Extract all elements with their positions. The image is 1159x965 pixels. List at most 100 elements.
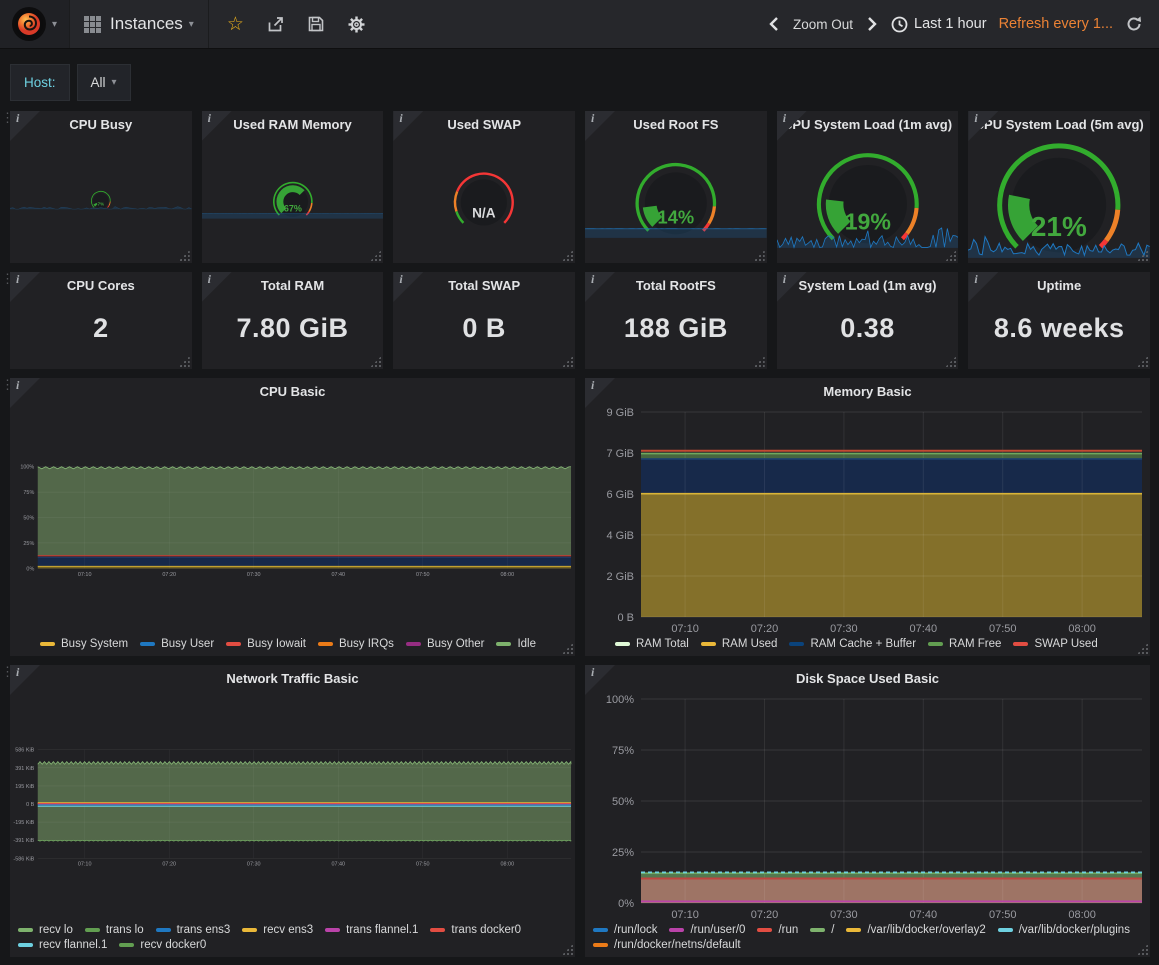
legend-swatch bbox=[242, 928, 257, 932]
legend-item-busy-iowait[interactable]: Busy Iowait bbox=[226, 638, 306, 650]
info-glyph: i bbox=[399, 111, 402, 126]
chart-plot-network: 586 KiB391 KiB195 KiB0 B-195 KiB-391 KiB… bbox=[10, 691, 575, 923]
svg-text:0%: 0% bbox=[618, 898, 634, 910]
svg-text:100%: 100% bbox=[606, 694, 634, 706]
svg-text:100%: 100% bbox=[20, 465, 34, 471]
stat-panel-total-rootfs: iTotal RootFS188 GiB bbox=[585, 272, 767, 369]
panel-title[interactable]: Memory Basic bbox=[585, 378, 1150, 404]
legend-item-var-lib-docker-overlay2[interactable]: /var/lib/docker/overlay2 bbox=[846, 924, 985, 936]
grafana-menu-caret-icon: ▾ bbox=[52, 19, 57, 30]
stat-panel-system-load-1m-avg: iSystem Load (1m avg)0.38 bbox=[777, 272, 959, 369]
panel-title[interactable]: Used Root FS bbox=[585, 111, 767, 137]
info-glyph: i bbox=[783, 111, 786, 126]
legend-item-run-lock[interactable]: /run/lock bbox=[593, 924, 657, 936]
row-gauges: ⋮ iCPU Busy7%iUsed RAM Memory67%iUsed SW… bbox=[10, 111, 1150, 263]
legend-item-recv-docker0[interactable]: recv docker0 bbox=[119, 939, 206, 951]
legend-item-trans-lo[interactable]: trans lo bbox=[85, 924, 144, 936]
legend-item-trans-flannel-1[interactable]: trans flannel.1 bbox=[325, 924, 418, 936]
legend-swatch bbox=[18, 943, 33, 947]
legend-swatch bbox=[810, 928, 825, 932]
panel-title[interactable]: Used SWAP bbox=[393, 111, 575, 137]
legend-item-ram-free[interactable]: RAM Free bbox=[928, 638, 1001, 650]
chart-legend: recv lo trans lo trans ens3 recv ens3 trans … bbox=[10, 923, 575, 957]
svg-text:07:40: 07:40 bbox=[910, 623, 938, 635]
template-variables-bar: Host: All ▾ bbox=[0, 49, 1159, 111]
legend-label: /run/docker/netns/default bbox=[614, 939, 741, 951]
svg-text:07:10: 07:10 bbox=[78, 572, 92, 578]
legend-item-busy-other[interactable]: Busy Other bbox=[406, 638, 485, 650]
legend-item-run-docker-netns-default[interactable]: /run/docker/netns/default bbox=[593, 939, 741, 951]
legend-item-ram-cache-buffer[interactable]: RAM Cache + Buffer bbox=[789, 638, 916, 650]
legend-item-ram-used[interactable]: RAM Used bbox=[701, 638, 778, 650]
svg-text:N/A: N/A bbox=[472, 205, 496, 220]
gauge-chart: 14% bbox=[585, 137, 767, 263]
refresh-interval-picker[interactable]: Refresh every 1... bbox=[999, 16, 1113, 32]
panel-title[interactable]: Total RootFS bbox=[585, 272, 767, 298]
panel-title[interactable]: Total RAM bbox=[202, 272, 384, 298]
panel-title[interactable]: CPU Basic bbox=[10, 378, 575, 404]
legend-label: trans ens3 bbox=[177, 924, 231, 936]
chevron-right-icon[interactable] bbox=[865, 16, 879, 32]
legend-item-busy-system[interactable]: Busy System bbox=[40, 638, 128, 650]
dashboard-picker[interactable]: Instances ▾ bbox=[70, 0, 209, 48]
panel-title[interactable]: Network Traffic Basic bbox=[10, 665, 575, 691]
panel-title[interactable]: Total SWAP bbox=[393, 272, 575, 298]
legend-item-trans-docker0[interactable]: trans docker0 bbox=[430, 924, 521, 936]
info-glyph: i bbox=[208, 111, 211, 126]
legend-label: trans docker0 bbox=[451, 924, 521, 936]
legend-item-busy-user[interactable]: Busy User bbox=[140, 638, 214, 650]
svg-text:195 KiB: 195 KiB bbox=[15, 784, 34, 790]
panel-title[interactable]: Uptime bbox=[968, 272, 1150, 298]
grafana-menu[interactable]: ▾ bbox=[0, 0, 70, 48]
legend-item-recv-lo[interactable]: recv lo bbox=[18, 924, 73, 936]
legend-item-run-user-0[interactable]: /run/user/0 bbox=[669, 924, 745, 936]
row-charts-bottom: ⋮ iNetwork Traffic Basic586 KiB391 KiB19… bbox=[10, 665, 1150, 957]
info-glyph: i bbox=[591, 111, 594, 126]
legend-item-trans-ens3[interactable]: trans ens3 bbox=[156, 924, 231, 936]
panel-title[interactable]: Disk Space Used Basic bbox=[585, 665, 1150, 691]
svg-text:7%: 7% bbox=[98, 202, 104, 207]
panel-title[interactable]: CPU Cores bbox=[10, 272, 192, 298]
gauge-chart: 21% bbox=[968, 137, 1150, 263]
panel-title[interactable]: Used RAM Memory bbox=[202, 111, 384, 137]
legend-swatch bbox=[789, 642, 804, 646]
legend-item-recv-ens3[interactable]: recv ens3 bbox=[242, 924, 313, 936]
legend-item-var-lib-docker-plugins[interactable]: /var/lib/docker/plugins bbox=[998, 924, 1130, 936]
zoom-out-button[interactable]: Zoom Out bbox=[793, 17, 853, 32]
share-dashboard-icon[interactable] bbox=[266, 15, 285, 34]
legend-item-swap-used[interactable]: SWAP Used bbox=[1013, 638, 1097, 650]
time-range-picker[interactable]: Last 1 hour bbox=[891, 16, 987, 33]
chart-panel-network-traffic-basic: iNetwork Traffic Basic586 KiB391 KiB195 … bbox=[10, 665, 575, 957]
top-navbar: ▾ Instances ▾ ☆ Zoom Out Last 1 hour Ref… bbox=[0, 0, 1159, 49]
legend-swatch bbox=[318, 642, 333, 646]
panel-title[interactable]: CPU System Load (5m avg) bbox=[968, 111, 1150, 137]
row-drag-handle[interactable]: ⋮ bbox=[1, 274, 9, 284]
panel-title[interactable]: CPU Busy bbox=[10, 111, 192, 137]
legend-item-recv-flannel-1[interactable]: recv flannel.1 bbox=[18, 939, 107, 951]
settings-gear-icon[interactable] bbox=[347, 15, 366, 34]
legend-swatch bbox=[496, 642, 511, 646]
row-drag-handle[interactable]: ⋮ bbox=[1, 113, 9, 123]
save-dashboard-icon[interactable] bbox=[307, 15, 325, 33]
svg-text:07:30: 07:30 bbox=[830, 623, 858, 635]
svg-text:08:00: 08:00 bbox=[1068, 909, 1096, 921]
legend-item-x[interactable]: / bbox=[810, 924, 834, 936]
panel-title[interactable]: System Load (1m avg) bbox=[777, 272, 959, 298]
chevron-left-icon[interactable] bbox=[767, 16, 781, 32]
row-drag-handle[interactable]: ⋮ bbox=[1, 667, 9, 677]
panel-title[interactable]: CPU System Load (1m avg) bbox=[777, 111, 959, 137]
svg-text:07:30: 07:30 bbox=[830, 909, 858, 921]
legend-item-run[interactable]: /run bbox=[757, 924, 798, 936]
legend-swatch bbox=[40, 642, 55, 646]
svg-text:07:50: 07:50 bbox=[989, 623, 1017, 635]
stat-value: 7.80 GiB bbox=[202, 298, 384, 369]
legend-item-busy-irqs[interactable]: Busy IRQs bbox=[318, 638, 394, 650]
legend-label: Busy System bbox=[61, 638, 128, 650]
refresh-icon[interactable] bbox=[1125, 15, 1143, 33]
legend-item-idle[interactable]: Idle bbox=[496, 638, 536, 650]
svg-text:07:50: 07:50 bbox=[416, 862, 430, 868]
legend-item-ram-total[interactable]: RAM Total bbox=[615, 638, 689, 650]
star-dashboard-icon[interactable]: ☆ bbox=[227, 13, 244, 36]
host-variable-dropdown[interactable]: All ▾ bbox=[77, 64, 131, 101]
row-drag-handle[interactable]: ⋮ bbox=[1, 380, 9, 390]
